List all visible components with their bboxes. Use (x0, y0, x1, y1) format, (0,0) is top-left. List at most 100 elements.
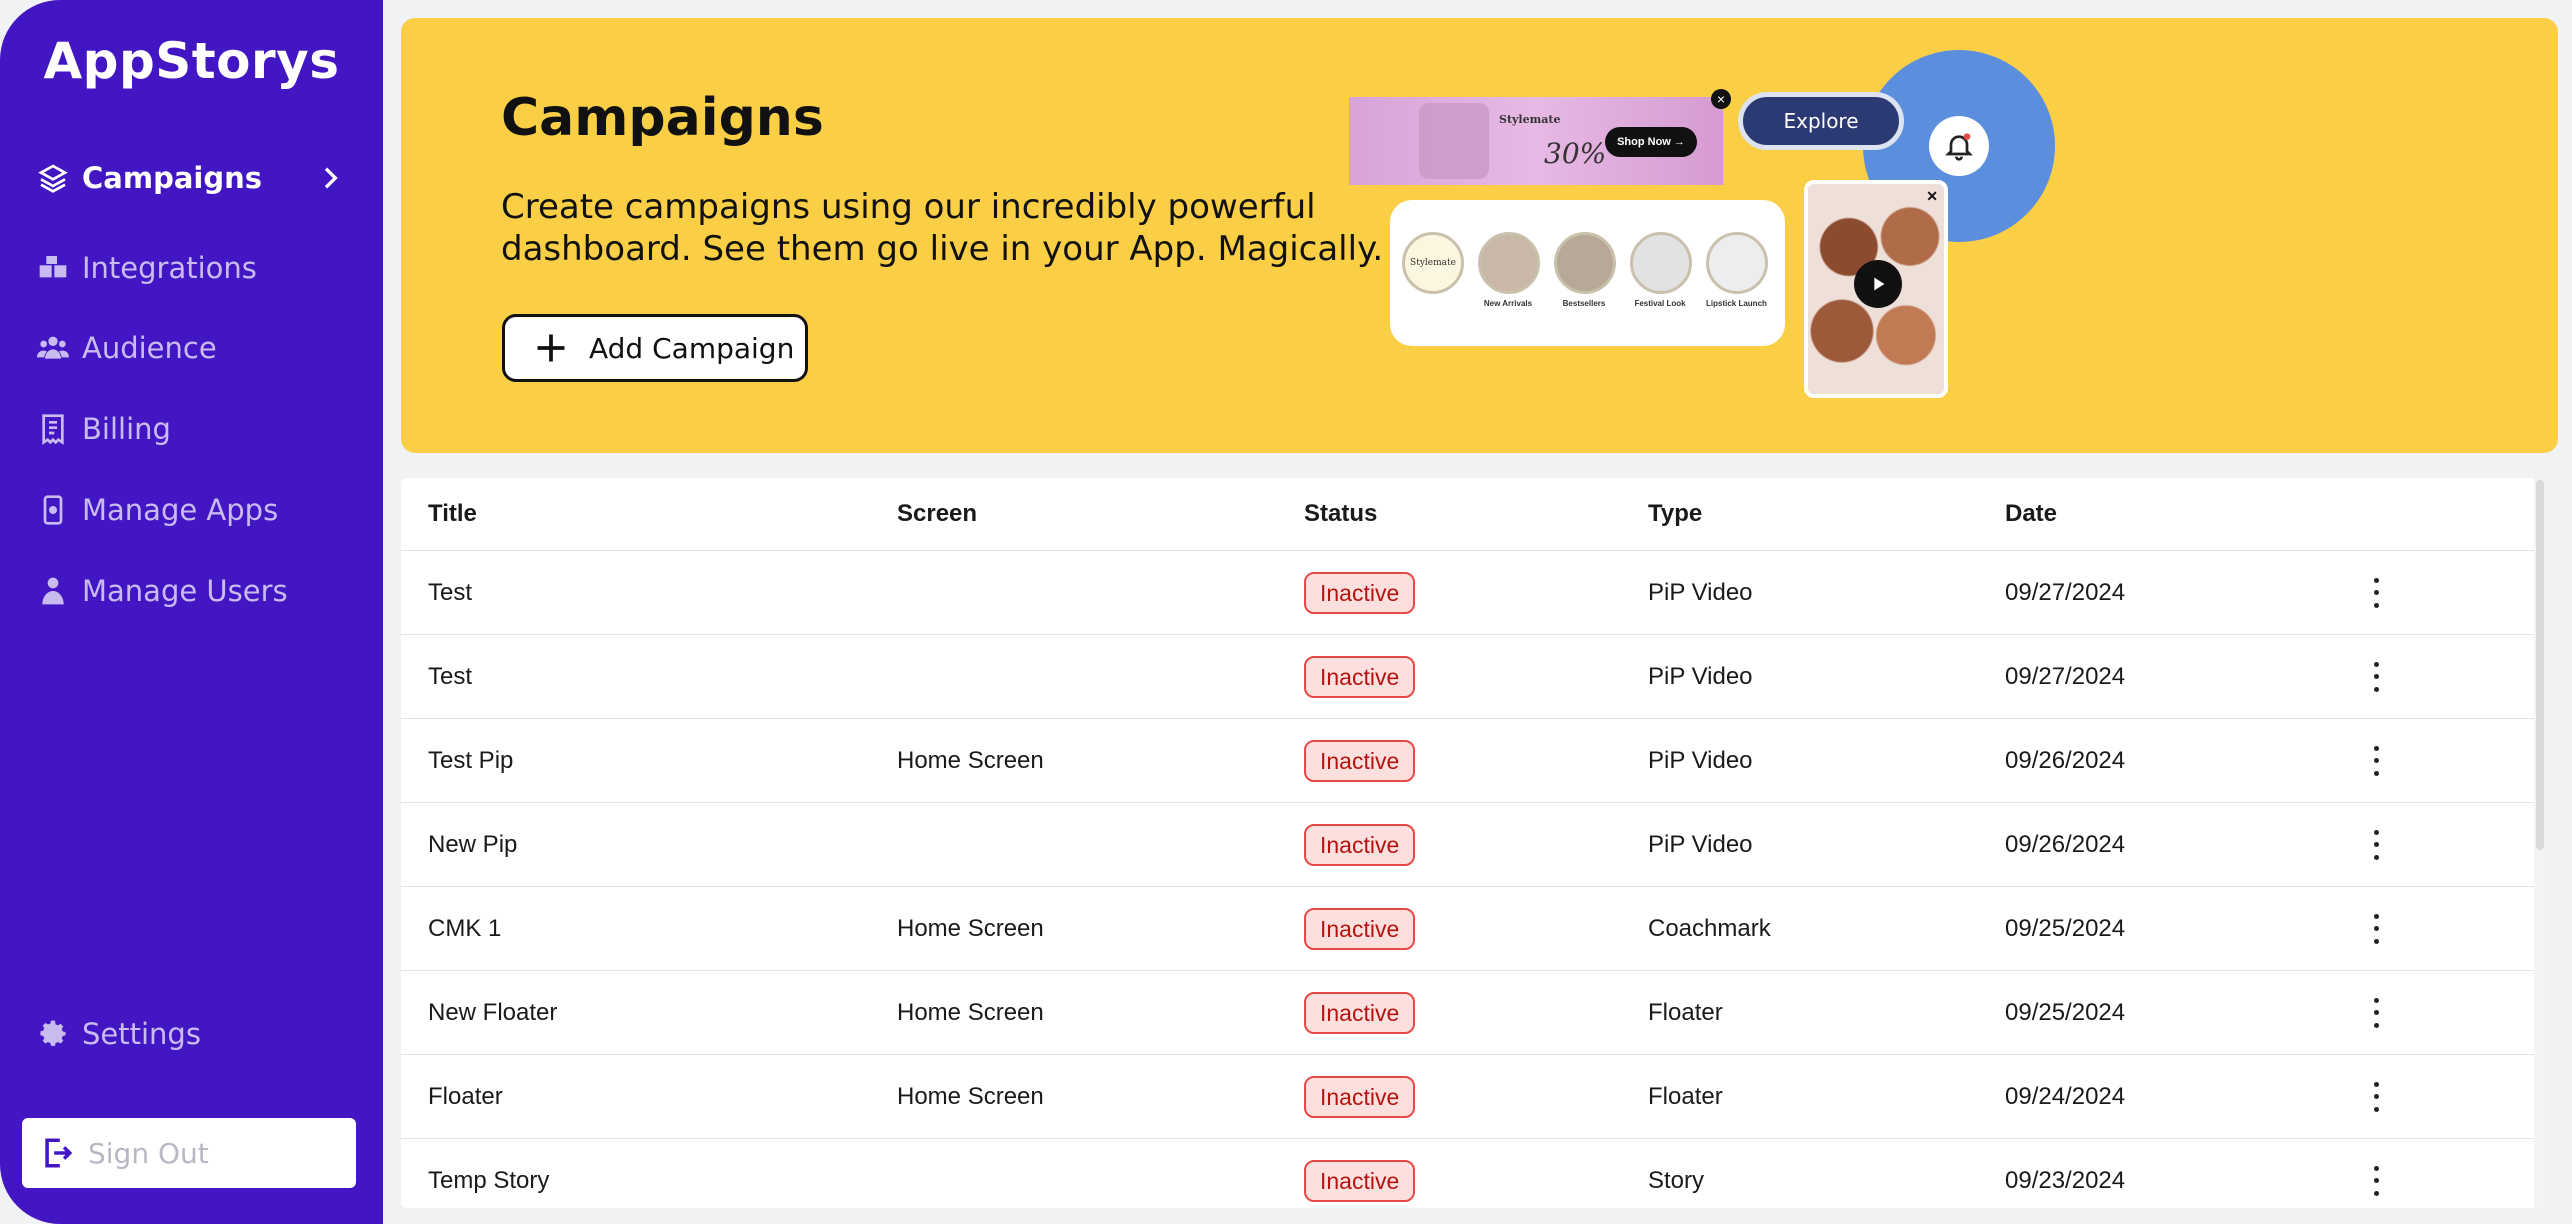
cell-date: 09/27/2024 (2005, 578, 2126, 606)
status-badge: Inactive (1304, 655, 1416, 698)
status-badge: Inactive (1304, 739, 1416, 782)
sidebar-item-manage-users[interactable]: Manage Users (36, 566, 346, 616)
status-badge: Inactive (1304, 991, 1416, 1034)
sidebar-item-audience[interactable]: Audience (36, 323, 346, 373)
illustration-brand: Stylemate (1499, 113, 1561, 126)
puzzle-icon (36, 251, 70, 285)
cell-type: PiP Video (1648, 830, 1753, 858)
illustration-explore-button: Explore (1738, 92, 1904, 150)
cell-title: Test Pip (428, 746, 514, 774)
story-item: Bestsellers (1554, 232, 1616, 308)
story-circle (1554, 232, 1616, 294)
gear-icon (36, 1017, 70, 1051)
table-row[interactable]: Test Pip Home Screen Inactive PiP Video … (401, 719, 2546, 803)
cell-date: 09/27/2024 (2005, 662, 2126, 690)
more-options-icon[interactable] (2371, 1081, 2381, 1112)
header-screen: Screen (897, 500, 978, 527)
story-circle (1630, 232, 1692, 294)
sign-out-label: Sign Out (88, 1136, 209, 1170)
story-circle: Stylemate (1402, 232, 1464, 294)
table-row[interactable]: Floater Home Screen Inactive Floater 09/… (401, 1055, 2546, 1139)
more-options-icon[interactable] (2371, 1165, 2381, 1196)
cell-type: PiP Video (1648, 746, 1753, 774)
close-icon: ✕ (1926, 188, 1938, 204)
cell-date: 09/25/2024 (2005, 914, 2126, 942)
cell-type: Coachmark (1648, 914, 1771, 942)
cell-screen: Home Screen (897, 914, 1044, 942)
more-options-icon[interactable] (2371, 829, 2381, 860)
perfume-image (1419, 103, 1489, 179)
table-row[interactable]: Test Inactive PiP Video 09/27/2024 (401, 635, 2546, 719)
cell-title: New Pip (428, 830, 518, 858)
story-item: New Arrivals (1478, 232, 1540, 308)
status-badge: Inactive (1304, 1159, 1416, 1202)
header-type: Type (1648, 500, 1703, 527)
more-options-icon[interactable] (2371, 745, 2381, 776)
sidebar-item-integrations[interactable]: Integrations (36, 243, 346, 293)
header-status: Status (1304, 500, 1378, 527)
close-icon: × (1711, 89, 1731, 109)
sidebar-item-label: Billing (82, 412, 171, 446)
table-row[interactable]: New Floater Home Screen Inactive Floater… (401, 971, 2546, 1055)
table-row[interactable]: Temp Story Inactive Story 09/23/2024 (401, 1139, 2546, 1208)
more-options-icon[interactable] (2371, 913, 2381, 944)
story-item: Stylemate (1402, 232, 1464, 294)
status-badge: Inactive (1304, 823, 1416, 866)
story-circle (1706, 232, 1768, 294)
page-title: Campaigns (501, 88, 824, 148)
table-scrollbar[interactable] (2534, 478, 2546, 1208)
sidebar-item-label: Integrations (82, 251, 257, 285)
illustration-video-card: ✕ (1804, 180, 1948, 398)
sidebar-item-billing[interactable]: Billing (36, 404, 346, 454)
cell-type: Story (1648, 1166, 1705, 1194)
illustration-shop-now: Shop Now → (1605, 127, 1697, 157)
sign-out-button[interactable]: Sign Out (22, 1118, 356, 1188)
sidebar-item-label: Manage Users (82, 574, 288, 608)
sidebar-item-manage-apps[interactable]: Manage Apps (36, 485, 346, 535)
cell-type: PiP Video (1648, 662, 1753, 690)
table-row[interactable]: Test Inactive PiP Video 09/27/2024 (401, 551, 2546, 635)
story-item: Lipstick Launch (1706, 232, 1768, 308)
status-badge: Inactive (1304, 571, 1416, 614)
more-options-icon[interactable] (2371, 577, 2381, 608)
table-row[interactable]: New Pip Inactive PiP Video 09/26/2024 (401, 803, 2546, 887)
cell-title: Test (428, 662, 473, 690)
users-icon (36, 331, 70, 365)
sidebar-item-label: Settings (82, 1017, 201, 1051)
more-options-icon[interactable] (2371, 997, 2381, 1028)
add-campaign-button[interactable]: Add Campaign (502, 314, 808, 382)
cell-title: New Floater (428, 998, 558, 1026)
sidebar-item-label: Campaigns (82, 161, 263, 195)
cell-type: Floater (1648, 1082, 1723, 1110)
sidebar: AppStorys Campaigns Integrations Audienc… (0, 0, 383, 1224)
cell-date: 09/25/2024 (2005, 998, 2126, 1026)
user-icon (36, 574, 70, 608)
chevron-right-icon (324, 167, 338, 189)
header-title: Title (428, 500, 477, 527)
sidebar-item-settings[interactable]: Settings (36, 1009, 346, 1059)
play-icon (1854, 260, 1902, 308)
table-row[interactable]: CMK 1 Home Screen Inactive Coachmark 09/… (401, 887, 2546, 971)
story-circle (1478, 232, 1540, 294)
sidebar-item-campaigns[interactable]: Campaigns (36, 153, 346, 203)
table-header: Title Screen Status Type Date (401, 478, 2546, 551)
status-badge: Inactive (1304, 1075, 1416, 1118)
cell-date: 09/24/2024 (2005, 1082, 2126, 1110)
illustration-ad-banner: Stylemate 30% Shop Now → (1349, 97, 1723, 185)
receipt-icon (36, 412, 70, 446)
cell-date: 09/26/2024 (2005, 830, 2126, 858)
cell-type: PiP Video (1648, 578, 1753, 606)
cell-date: 09/26/2024 (2005, 746, 2126, 774)
illustration-discount: 30% (1544, 137, 1607, 170)
cell-title: Test (428, 578, 473, 606)
story-label: Lipstick Launch (1706, 299, 1767, 308)
story-item: Festival Look (1630, 232, 1692, 308)
layers-icon (36, 161, 70, 195)
story-label: Bestsellers (1562, 299, 1606, 308)
more-options-icon[interactable] (2371, 661, 2381, 692)
cell-title: Floater (428, 1082, 503, 1110)
status-badge: Inactive (1304, 907, 1416, 950)
app-logo: AppStorys (43, 32, 340, 90)
cell-screen: Home Screen (897, 998, 1044, 1026)
scrollbar-thumb[interactable] (2536, 480, 2544, 850)
